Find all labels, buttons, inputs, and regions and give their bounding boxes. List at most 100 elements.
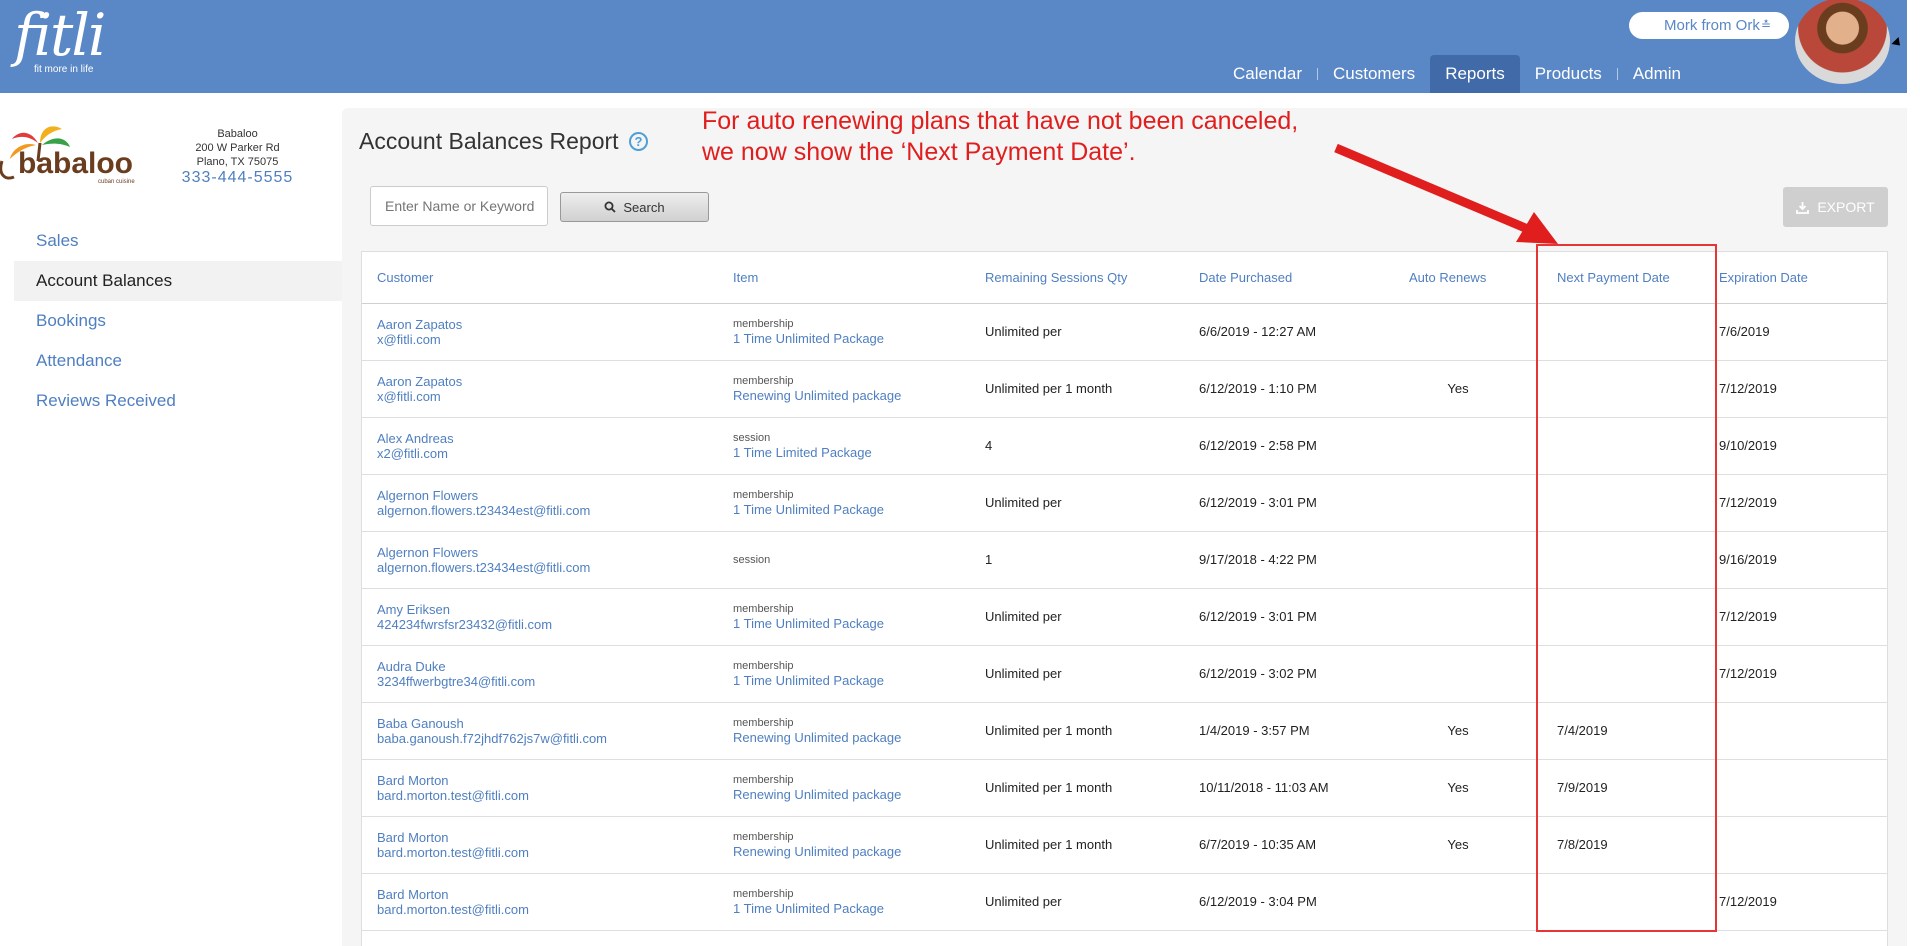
user-name: Mork from Ork [1664, 17, 1760, 34]
nav-calendar[interactable]: Calendar [1218, 55, 1317, 93]
customer-name-link[interactable]: Baba Ganoush [377, 716, 718, 731]
business-phone[interactable]: 333-444-5555 [175, 170, 300, 186]
cell-item: membership 1 Time Unlimited Package [718, 303, 970, 361]
avatar[interactable] [1795, 0, 1890, 84]
customer-email-link[interactable]: algernon.flowers.t23434est@fitli.com [377, 560, 718, 575]
cell-date-purchased: 6/12/2019 - 1:10 PM [1184, 360, 1394, 418]
sidebar-item-account-balances[interactable]: Account Balances [14, 261, 342, 301]
customer-name-link[interactable]: Aaron Zapatos [377, 374, 718, 389]
export-button[interactable]: EXPORT [1783, 187, 1888, 227]
customer-name-link[interactable]: Audra Duke [377, 659, 718, 674]
customer-email-link[interactable]: bard.morton.test@fitli.com [377, 845, 718, 860]
customer-name-link[interactable]: Bard Morton [377, 830, 718, 845]
report-menu: Sales Account Balances Bookings Attendan… [14, 221, 342, 421]
table-row: Alex Andreas x2@fitli.com session 1 Time Li… [362, 417, 1887, 475]
column-header-auto-renews[interactable]: Auto Renews [1394, 252, 1522, 304]
column-header-next-payment-date[interactable]: Next Payment Date [1522, 252, 1704, 304]
customer-name-link[interactable]: Algernon Flowers [377, 488, 718, 503]
search-input[interactable] [370, 186, 548, 226]
nav-reports[interactable]: Reports [1430, 55, 1520, 93]
cell-customer: Aaron Zapatos x@fitli.com [362, 303, 718, 361]
customer-email-link[interactable]: bard.morton.test@fitli.com [377, 788, 718, 803]
download-icon [1796, 201, 1810, 214]
item-name-link[interactable]: Renewing Unlimited package [733, 844, 970, 859]
customer-email-link[interactable]: x2@fitli.com [377, 446, 718, 461]
customer-email-link[interactable]: x@fitli.com [377, 389, 718, 404]
sidebar-item-sales[interactable]: Sales [14, 221, 342, 261]
column-header-item[interactable]: Item [718, 252, 970, 304]
cell-item: membership Renewing Unlimited package [718, 360, 970, 418]
column-header-expiration-date[interactable]: Expiration Date [1704, 252, 1887, 304]
item-name-link[interactable]: Renewing Unlimited package [733, 730, 970, 745]
item-name-link[interactable]: Renewing Unlimited package [733, 388, 970, 403]
help-icon[interactable]: ? [628, 132, 648, 151]
customer-email-link[interactable]: algernon.flowers.t23434est@fitli.com [377, 503, 718, 518]
column-header-remaining-sessions[interactable]: Remaining Sessions Qty [970, 252, 1184, 304]
column-header-customer[interactable]: Customer [362, 252, 718, 304]
cell-expiration-date [1704, 759, 1887, 817]
cell-auto-renews [1394, 417, 1522, 475]
customer-email-link[interactable]: x@fitli.com [377, 332, 718, 347]
customer-email-link[interactable]: baba.ganoush.f72jhdf762js7w@fitli.com [377, 731, 718, 746]
cell-expiration-date [1704, 816, 1887, 874]
customer-name-link[interactable]: Amy Eriksen [377, 602, 718, 617]
search-button[interactable]: Search [560, 192, 709, 222]
business-address-line1: 200 W Parker Rd [195, 142, 280, 154]
sidebar-item-bookings[interactable]: Bookings [14, 301, 342, 341]
item-name-link[interactable]: 1 Time Unlimited Package [733, 502, 970, 517]
cell-item: session [718, 531, 970, 589]
sidebar: babaloo cuban cuisine Babaloo 200 W Park… [0, 93, 342, 946]
column-header-date-purchased[interactable]: Date Purchased [1184, 252, 1394, 304]
cell-auto-renews: Yes [1394, 360, 1522, 418]
cell-remaining-sessions: Unlimited per 1 month [970, 759, 1184, 817]
user-menu-button[interactable]: Mork from Ork ≛ [1629, 12, 1789, 39]
customer-name-link[interactable]: Bard Morton [377, 773, 718, 788]
cell-customer: Aaron Zapatos x@fitli.com [362, 360, 718, 418]
nav-admin[interactable]: Admin [1618, 55, 1696, 93]
cell-next-payment-date [1522, 645, 1704, 703]
customer-name-link[interactable]: Aaron Zapatos [377, 317, 718, 332]
fitli-logo[interactable]: fitli fit more in life [14, 6, 106, 75]
cell-auto-renews: Yes [1394, 759, 1522, 817]
cell-auto-renews [1394, 645, 1522, 703]
cell-item: membership 1 Time Unlimited Package [718, 588, 970, 646]
sidebar-item-attendance[interactable]: Attendance [14, 341, 342, 381]
item-name-link[interactable]: 1 Time Unlimited Package [733, 616, 970, 631]
item-type: membership [733, 375, 794, 387]
cell-customer: Baba Ganoush baba.ganoush.f72jhdf762js7w@… [362, 702, 718, 760]
cell-item: membership Renewing Unlimited package [718, 759, 970, 817]
item-name-link[interactable]: 1 Time Unlimited Package [733, 901, 970, 916]
cell-expiration-date: 7/12/2019 [1704, 588, 1887, 646]
customer-name-link[interactable]: Alex Andreas [377, 431, 718, 446]
cell-customer: Alex Andreas x2@fitli.com [362, 417, 718, 475]
item-name-link[interactable]: 1 Time Unlimited Package [733, 673, 970, 688]
customer-name-link[interactable]: Algernon Flowers [377, 545, 718, 560]
customer-name-link[interactable]: Bard Morton [377, 887, 718, 902]
cell-remaining-sessions: Unlimited per [970, 303, 1184, 361]
sidebar-item-reviews-received[interactable]: Reviews Received [14, 381, 342, 421]
nav-products[interactable]: Products [1520, 55, 1617, 93]
item-name-link[interactable]: Renewing Unlimited package [733, 787, 970, 802]
top-header: fitli fit more in life Calendar Customer… [0, 0, 1907, 93]
customer-email-link[interactable]: 424234fwrsfsr23432@fitli.com [377, 617, 718, 632]
cell-expiration-date: 9/10/2019 [1704, 417, 1887, 475]
table-body: Aaron Zapatos x@fitli.com membership 1 Time… [362, 303, 1887, 931]
cell-remaining-sessions: Unlimited per 1 month [970, 360, 1184, 418]
annotation-note: For auto renewing plans that have not be… [702, 107, 1299, 166]
cell-next-payment-date: 7/9/2019 [1522, 759, 1704, 817]
table-row: Bard Morton bard.morton.test@fitli.com mem… [362, 816, 1887, 874]
item-type: membership [733, 318, 794, 330]
export-button-label: EXPORT [1817, 199, 1875, 215]
item-name-link[interactable]: 1 Time Unlimited Package [733, 331, 970, 346]
customer-email-link[interactable]: bard.morton.test@fitli.com [377, 902, 718, 917]
business-name: Babaloo [217, 128, 258, 140]
item-type: membership [733, 489, 794, 501]
customer-email-link[interactable]: 3234ffwerbgtre34@fitli.com [377, 674, 718, 689]
nav-customers[interactable]: Customers [1318, 55, 1430, 93]
main-nav: Calendar Customers Reports Products Admi… [1218, 55, 1696, 93]
cell-remaining-sessions: Unlimited per [970, 588, 1184, 646]
cell-auto-renews [1394, 303, 1522, 361]
table-row: Aaron Zapatos x@fitli.com membership 1 Time… [362, 303, 1887, 361]
cell-next-payment-date [1522, 474, 1704, 532]
item-name-link[interactable]: 1 Time Limited Package [733, 445, 970, 460]
